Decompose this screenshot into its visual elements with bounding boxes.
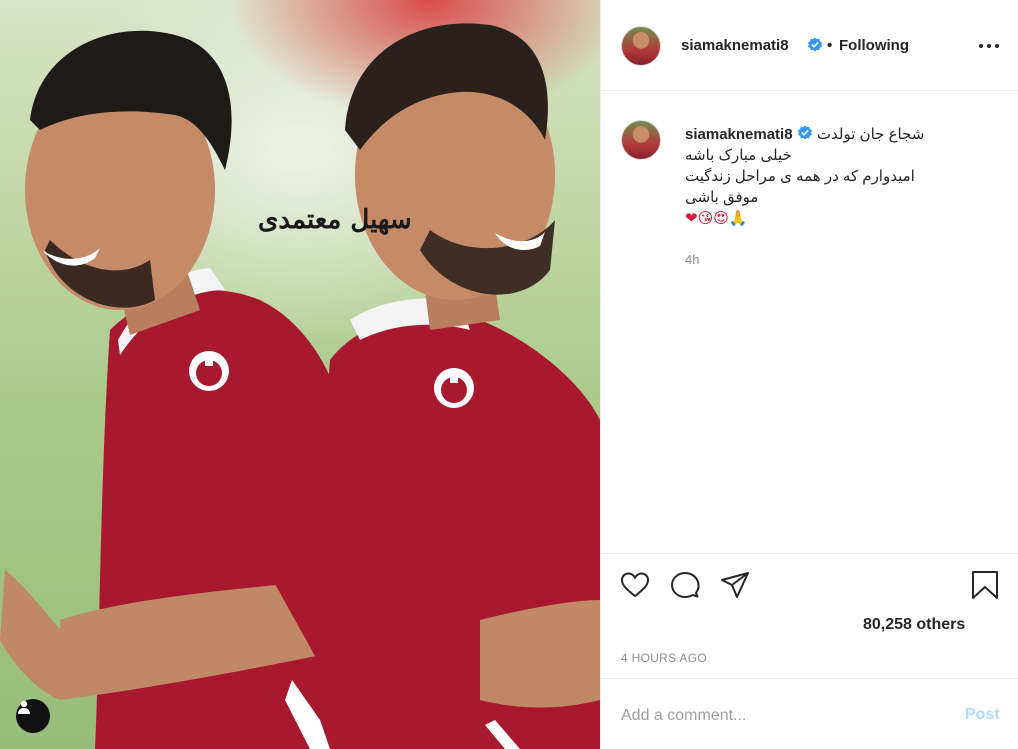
caption-username[interactable]: siamaknemati8	[685, 126, 793, 143]
more-options-button[interactable]	[978, 40, 1000, 52]
caption-avatar[interactable]	[621, 120, 661, 160]
post-photo[interactable]: سهیل معتمدی	[0, 0, 600, 749]
post-header: siamaknemati8 • Following	[601, 0, 1018, 91]
caption-line: خیلی مبارک باشه	[685, 147, 792, 164]
caption-line: شجاع جان تولدت	[816, 126, 925, 143]
post-timestamp[interactable]: 4 HOURS AGO	[621, 651, 707, 665]
header-separator: •	[827, 37, 833, 54]
comment-input[interactable]	[621, 705, 941, 727]
caption-line: امیدوارم که در همه ی مراحل زندگیت	[685, 168, 915, 185]
caption-line: موفق باشی	[685, 189, 759, 206]
user-tag-icon	[18, 700, 30, 714]
comment-form: Post	[601, 678, 1018, 749]
share-icon[interactable]	[719, 569, 751, 601]
verified-badge-icon	[808, 37, 822, 52]
post-caption: siamaknemati8 شجاع جان تولدت خیلی مبارک …	[685, 124, 985, 229]
comment-icon[interactable]	[669, 569, 701, 601]
author-avatar[interactable]	[621, 26, 661, 66]
caption-emojis: ❤😘😍🙏	[685, 210, 748, 227]
post-comment-button[interactable]: Post	[965, 706, 1000, 724]
following-button[interactable]: Following	[839, 37, 909, 54]
verified-badge-icon	[797, 125, 812, 140]
more-horizontal-icon	[979, 44, 983, 48]
tagged-users-button[interactable]	[16, 699, 50, 733]
photo-signature: سهیل معتمدی	[258, 205, 412, 235]
heart-icon[interactable]	[619, 569, 651, 601]
author-username[interactable]: siamaknemati8	[681, 37, 789, 54]
bookmark-icon[interactable]	[969, 569, 1001, 601]
likes-count[interactable]: 80,258 others	[863, 616, 965, 634]
caption-time[interactable]: 4h	[685, 252, 699, 267]
photo-illustration	[0, 23, 600, 749]
post-side-panel: siamaknemati8 • Following siamaknemati8 …	[600, 0, 1018, 749]
